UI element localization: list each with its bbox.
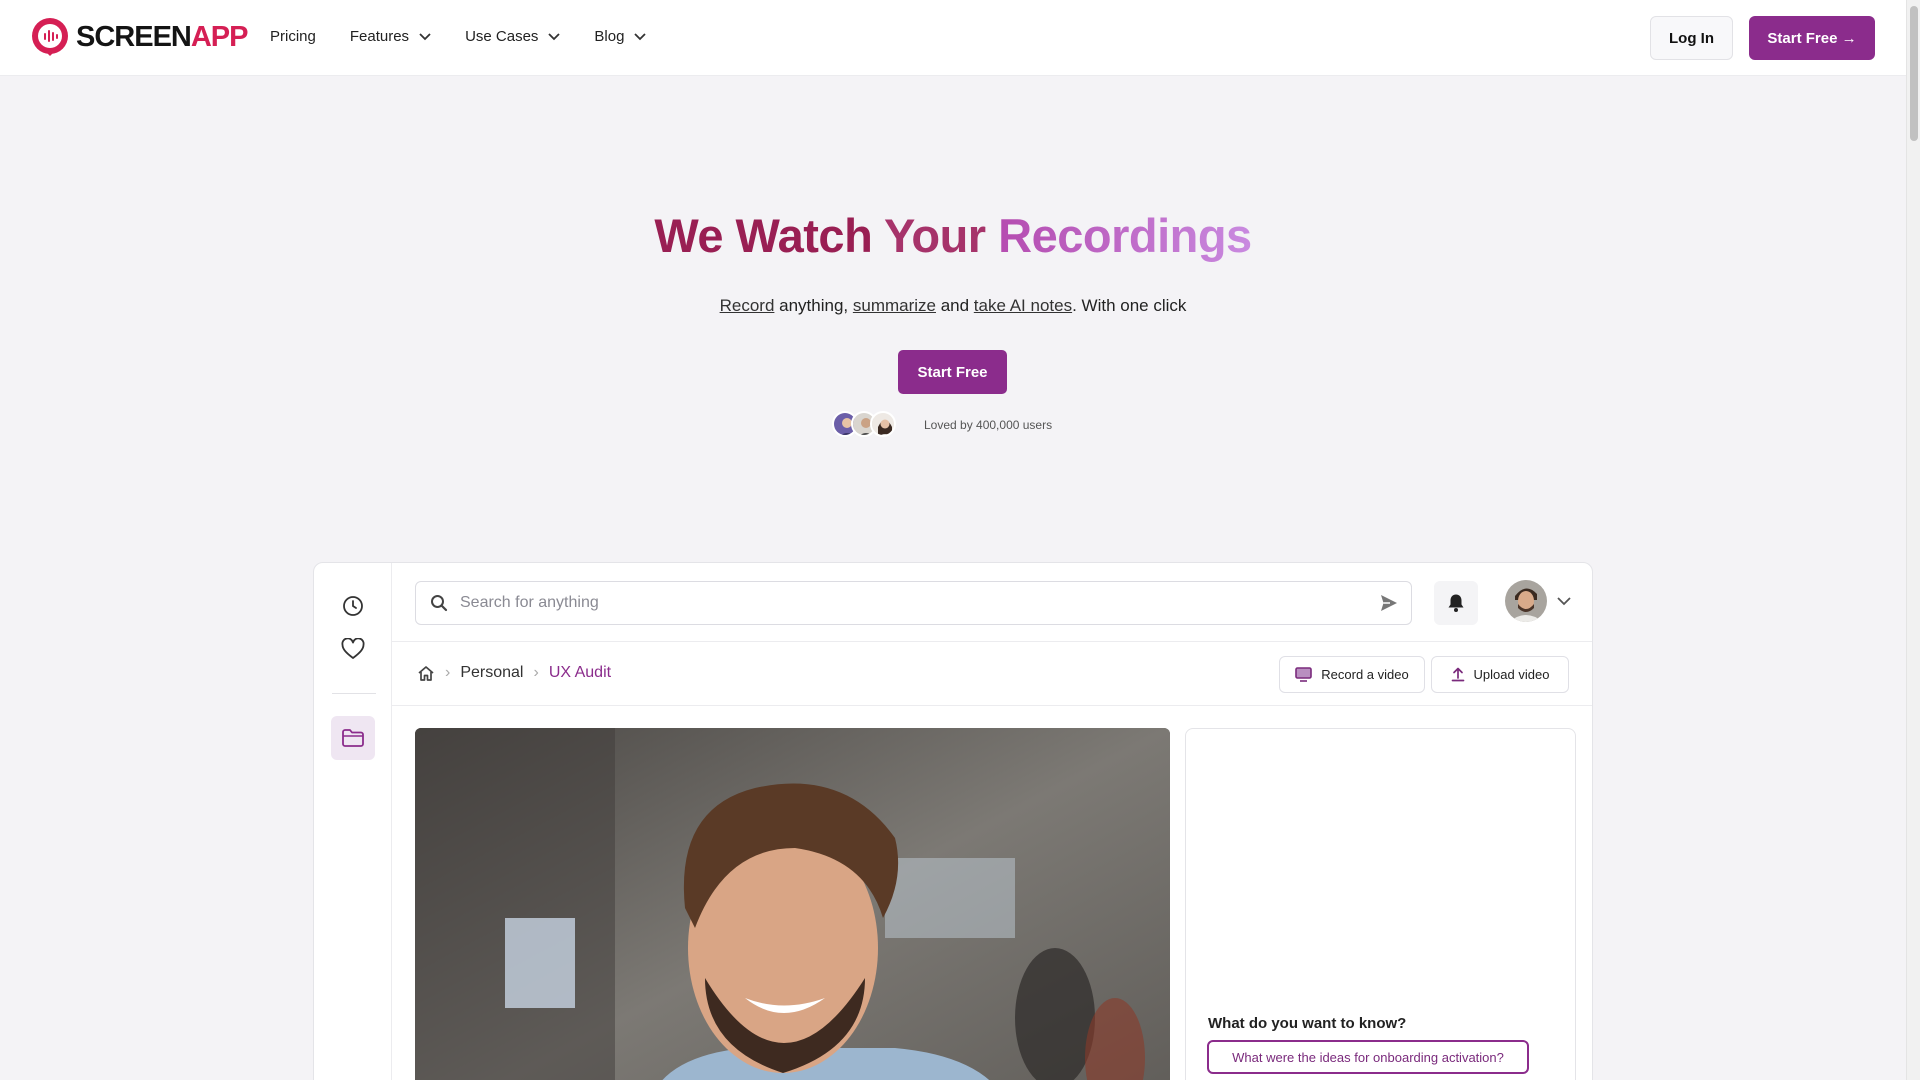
upload-video-label: Upload video (1473, 667, 1550, 682)
breadcrumb: › Personal › UX Audit (417, 664, 611, 682)
upload-icon (1451, 667, 1464, 682)
nav-features-label: Features (349, 28, 410, 45)
upload-video-button[interactable]: Upload video (1431, 656, 1569, 693)
nav-blog-label: Blog (594, 28, 625, 45)
sidebar-divider (332, 693, 376, 694)
nav-pricing-label: Pricing (270, 28, 316, 45)
avatar (1505, 580, 1547, 622)
monitor-icon (1295, 667, 1313, 682)
hero-sub-text3: . With one click (1072, 296, 1187, 315)
search-bar (415, 581, 1412, 625)
avatar (870, 411, 896, 437)
folder-icon[interactable] (331, 716, 375, 760)
heart-icon[interactable] (340, 636, 366, 662)
chevron-down-icon (1557, 596, 1571, 605)
summarize-link[interactable]: summarize (853, 296, 936, 315)
ai-notes-link[interactable]: take AI notes (974, 296, 1072, 315)
send-icon[interactable] (1379, 593, 1399, 613)
video-frame-image (415, 728, 1170, 1080)
record-link[interactable]: Record (720, 296, 775, 315)
hero-subtitle: Record anything, summarize and take AI n… (0, 296, 1906, 316)
breadcrumb-personal[interactable]: Personal (460, 664, 523, 682)
chevron-down-icon (419, 32, 431, 40)
social-proof-text: Loved by 400,000 users (924, 418, 1053, 432)
start-free-hero-button[interactable]: Start Free (898, 350, 1007, 394)
nav-pricing[interactable]: Pricing (270, 28, 316, 45)
user-avatars (832, 411, 896, 437)
user-menu[interactable] (1505, 580, 1571, 622)
hero-sub-text1: anything, (774, 296, 853, 315)
search-icon (431, 595, 448, 612)
record-video-button[interactable]: Record a video (1279, 656, 1425, 693)
page-scrollbar[interactable] (1906, 0, 1920, 1080)
scrollbar-thumb[interactable] (1910, 6, 1918, 141)
nav-blog[interactable]: Blog (594, 28, 647, 45)
hero-title-part1: We Watch (654, 209, 884, 262)
chevron-right-icon: › (445, 664, 451, 681)
logo-text-screen: SCREEN (76, 20, 192, 53)
record-video-label: Record a video (1321, 667, 1409, 682)
hero-title-part3: Recordings (998, 209, 1252, 262)
nav-use-cases-label: Use Cases (465, 28, 539, 45)
logo-mic-icon (32, 18, 68, 56)
app-preview: › Personal › UX Audit Record a video Upl… (313, 562, 1593, 1080)
hero-title-part2: Your (884, 209, 999, 262)
ai-chat-panel: What do you want to know? What were the … (1185, 728, 1576, 1080)
app-sidebar (314, 563, 392, 1080)
chevron-right-icon: › (533, 664, 539, 681)
site-header: SCREENAPP Pricing Features Use Cases Blo… (0, 0, 1906, 76)
clock-icon[interactable] (340, 593, 366, 619)
breadcrumb-ux-audit[interactable]: UX Audit (549, 664, 611, 682)
chat-suggestion-chip[interactable]: What were the ideas for onboarding activ… (1207, 1040, 1529, 1074)
nav-use-cases[interactable]: Use Cases (465, 28, 561, 45)
main-nav: Pricing Features Use Cases Blog (270, 28, 680, 45)
nav-features[interactable]: Features (350, 28, 431, 45)
screenapp-logo[interactable]: SCREENAPP (30, 17, 248, 57)
search-input[interactable] (460, 594, 1360, 612)
chevron-down-icon (634, 32, 647, 40)
logo-text-app: APP (190, 20, 249, 53)
chat-question: What do you want to know? (1208, 1015, 1407, 1032)
login-button[interactable]: Log In (1650, 16, 1733, 60)
breadcrumb-bar: › Personal › UX Audit Record a video Upl… (392, 642, 1592, 706)
start-free-header-button[interactable]: Start Free → (1749, 16, 1875, 60)
hero-sub-text2: and (935, 296, 974, 315)
app-topbar (392, 563, 1592, 642)
chevron-down-icon (548, 32, 561, 40)
hero-title: We Watch Your Recordings (0, 208, 1906, 263)
video-player[interactable] (415, 728, 1170, 1080)
notification-bell-icon[interactable] (1434, 581, 1478, 625)
home-icon[interactable] (417, 665, 435, 682)
